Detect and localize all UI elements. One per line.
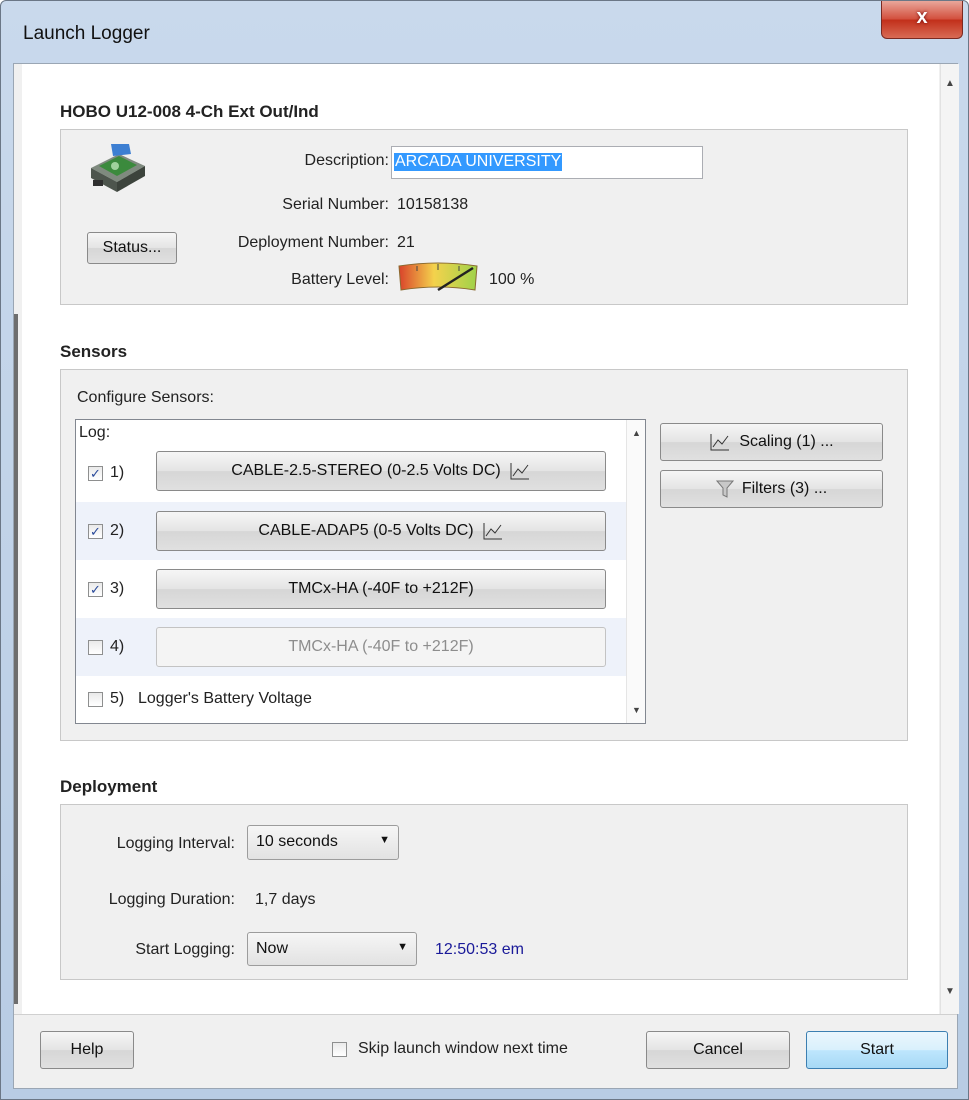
sensors-title: Sensors bbox=[60, 342, 128, 361]
device-group: Status... Description: ARCADA UNIVERSITY… bbox=[60, 129, 908, 305]
title-bar: Launch Logger x bbox=[1, 1, 968, 63]
window-title: Launch Logger bbox=[23, 23, 150, 44]
sensor-5-label: Logger's Battery Voltage bbox=[138, 690, 312, 707]
battery-gauge-icon bbox=[398, 262, 478, 292]
deployment-number-value: 21 bbox=[397, 234, 415, 251]
sensor-1-scaling-icon bbox=[510, 463, 529, 480]
scroll-down-arrow-icon[interactable]: ▼ bbox=[941, 986, 959, 997]
sensor-1-button[interactable]: CABLE-2.5-STEREO (0-2.5 Volts DC) bbox=[156, 451, 606, 491]
resize-edge bbox=[14, 314, 18, 1004]
logging-interval-value: 10 seconds bbox=[256, 833, 338, 850]
skip-launch-checkbox[interactable] bbox=[332, 1042, 347, 1057]
logging-interval-label: Logging Interval: bbox=[116, 835, 235, 852]
battery-level-label: Battery Level: bbox=[291, 271, 389, 288]
sensor-row-4: 4) TMCx-HA (-40F to +212F) bbox=[76, 618, 627, 676]
footer-divider bbox=[14, 1014, 957, 1015]
start-time-value: 12:50:53 em bbox=[435, 941, 524, 958]
scroll-down-arrow-icon[interactable]: ▼ bbox=[627, 705, 645, 715]
serial-number-value: 10158138 bbox=[397, 196, 469, 213]
start-logging-value: Now bbox=[256, 940, 289, 957]
dialog-scrollbar[interactable]: ▲ ▼ bbox=[940, 64, 959, 1014]
dialog-client-area: HOBO U12-008 4-Ch Ext Out/Ind Status... … bbox=[13, 63, 959, 1089]
sensor-4-number: 4) bbox=[110, 638, 125, 655]
battery-level-value: 100 % bbox=[489, 271, 535, 288]
start-button[interactable]: Start bbox=[806, 1031, 948, 1069]
description-value: ARCADA UNIVERSITY bbox=[394, 153, 563, 171]
logging-interval-dropdown[interactable]: 10 seconds ▼ bbox=[247, 825, 399, 860]
sensor-row-2: ✓ 2) CABLE-ADAP5 (0-5 Volts DC) bbox=[76, 502, 627, 560]
deployment-number-label: Deployment Number: bbox=[237, 234, 389, 251]
sensor-3-button[interactable]: TMCx-HA (-40F to +212F) bbox=[156, 569, 606, 609]
scaling-button[interactable]: Scaling (1) ... bbox=[660, 423, 883, 461]
sensor-1-number: 1) bbox=[110, 464, 125, 481]
sensor-row-1: ✓ 1) CABLE-2.5-STEREO (0-2.5 Volts DC) bbox=[76, 444, 627, 502]
start-logging-dropdown[interactable]: Now ▼ bbox=[247, 932, 417, 966]
scaling-icon bbox=[710, 434, 730, 451]
skip-launch-label: Skip launch window next time bbox=[358, 1040, 568, 1057]
sensor-2-checkbox[interactable]: ✓ bbox=[88, 524, 103, 539]
sensor-2-button[interactable]: CABLE-ADAP5 (0-5 Volts DC) bbox=[156, 511, 606, 551]
configure-sensors-label: Configure Sensors: bbox=[77, 389, 214, 406]
log-column-label: Log: bbox=[79, 424, 111, 441]
help-button[interactable]: Help bbox=[40, 1031, 134, 1069]
logger-device-icon bbox=[91, 144, 145, 192]
sensor-3-label: TMCx-HA (-40F to +212F) bbox=[288, 580, 474, 597]
sensor-2-scaling-icon bbox=[483, 523, 502, 540]
sensor-4-label: TMCx-HA (-40F to +212F) bbox=[288, 638, 474, 655]
logging-duration-label: Logging Duration: bbox=[108, 891, 235, 908]
sensor-row-3: ✓ 3) TMCx-HA (-40F to +212F) bbox=[76, 560, 627, 618]
description-field[interactable]: ARCADA UNIVERSITY bbox=[391, 146, 703, 179]
sensor-3-number: 3) bbox=[110, 580, 125, 597]
sensor-list[interactable]: Log: ✓ 1) CABLE-2.5-STEREO (0-2.5 Volts … bbox=[75, 419, 646, 724]
sensor-1-label: CABLE-2.5-STEREO (0-2.5 Volts DC) bbox=[231, 462, 501, 479]
scroll-up-arrow-icon[interactable]: ▲ bbox=[941, 78, 959, 89]
scroll-up-arrow-icon[interactable]: ▲ bbox=[627, 428, 645, 438]
close-icon: x bbox=[916, 6, 928, 28]
filters-label: Filters (3) ... bbox=[741, 480, 828, 497]
scaling-label: Scaling (1) ... bbox=[739, 433, 834, 450]
device-title: HOBO U12-008 4-Ch Ext Out/Ind bbox=[60, 102, 319, 121]
deployment-title: Deployment bbox=[60, 777, 158, 796]
chevron-down-icon: ▼ bbox=[397, 941, 408, 953]
chevron-down-icon: ▼ bbox=[379, 834, 390, 846]
description-label: Description: bbox=[304, 152, 389, 169]
close-button[interactable]: x bbox=[881, 1, 963, 39]
sensor-list-scrollbar[interactable]: ▲ ▼ bbox=[626, 420, 645, 723]
sensor-4-button[interactable]: TMCx-HA (-40F to +212F) bbox=[156, 627, 606, 667]
logging-duration-value: 1,7 days bbox=[255, 891, 316, 908]
sensor-5-number: 5) bbox=[110, 690, 125, 707]
filters-button[interactable]: Filters (3) ... bbox=[660, 470, 883, 508]
sensor-1-checkbox[interactable]: ✓ bbox=[88, 466, 103, 481]
launch-logger-window: Launch Logger x HOBO U12-008 4-Ch Ext Ou… bbox=[0, 0, 969, 1100]
serial-number-label: Serial Number: bbox=[282, 196, 389, 213]
cancel-button[interactable]: Cancel bbox=[646, 1031, 790, 1069]
status-button[interactable]: Status... bbox=[87, 232, 177, 264]
start-logging-label: Start Logging: bbox=[135, 941, 235, 958]
deployment-group: Logging Interval: 10 seconds ▼ Logging D… bbox=[60, 804, 908, 980]
sensor-2-number: 2) bbox=[110, 522, 125, 539]
sensor-4-checkbox[interactable] bbox=[88, 640, 103, 655]
sensor-row-5: 5) Logger's Battery Voltage bbox=[76, 676, 627, 721]
sensor-2-label: CABLE-ADAP5 (0-5 Volts DC) bbox=[258, 522, 474, 539]
filter-funnel-icon bbox=[715, 480, 734, 498]
sensor-5-checkbox[interactable] bbox=[88, 692, 103, 707]
sensor-3-checkbox[interactable]: ✓ bbox=[88, 582, 103, 597]
